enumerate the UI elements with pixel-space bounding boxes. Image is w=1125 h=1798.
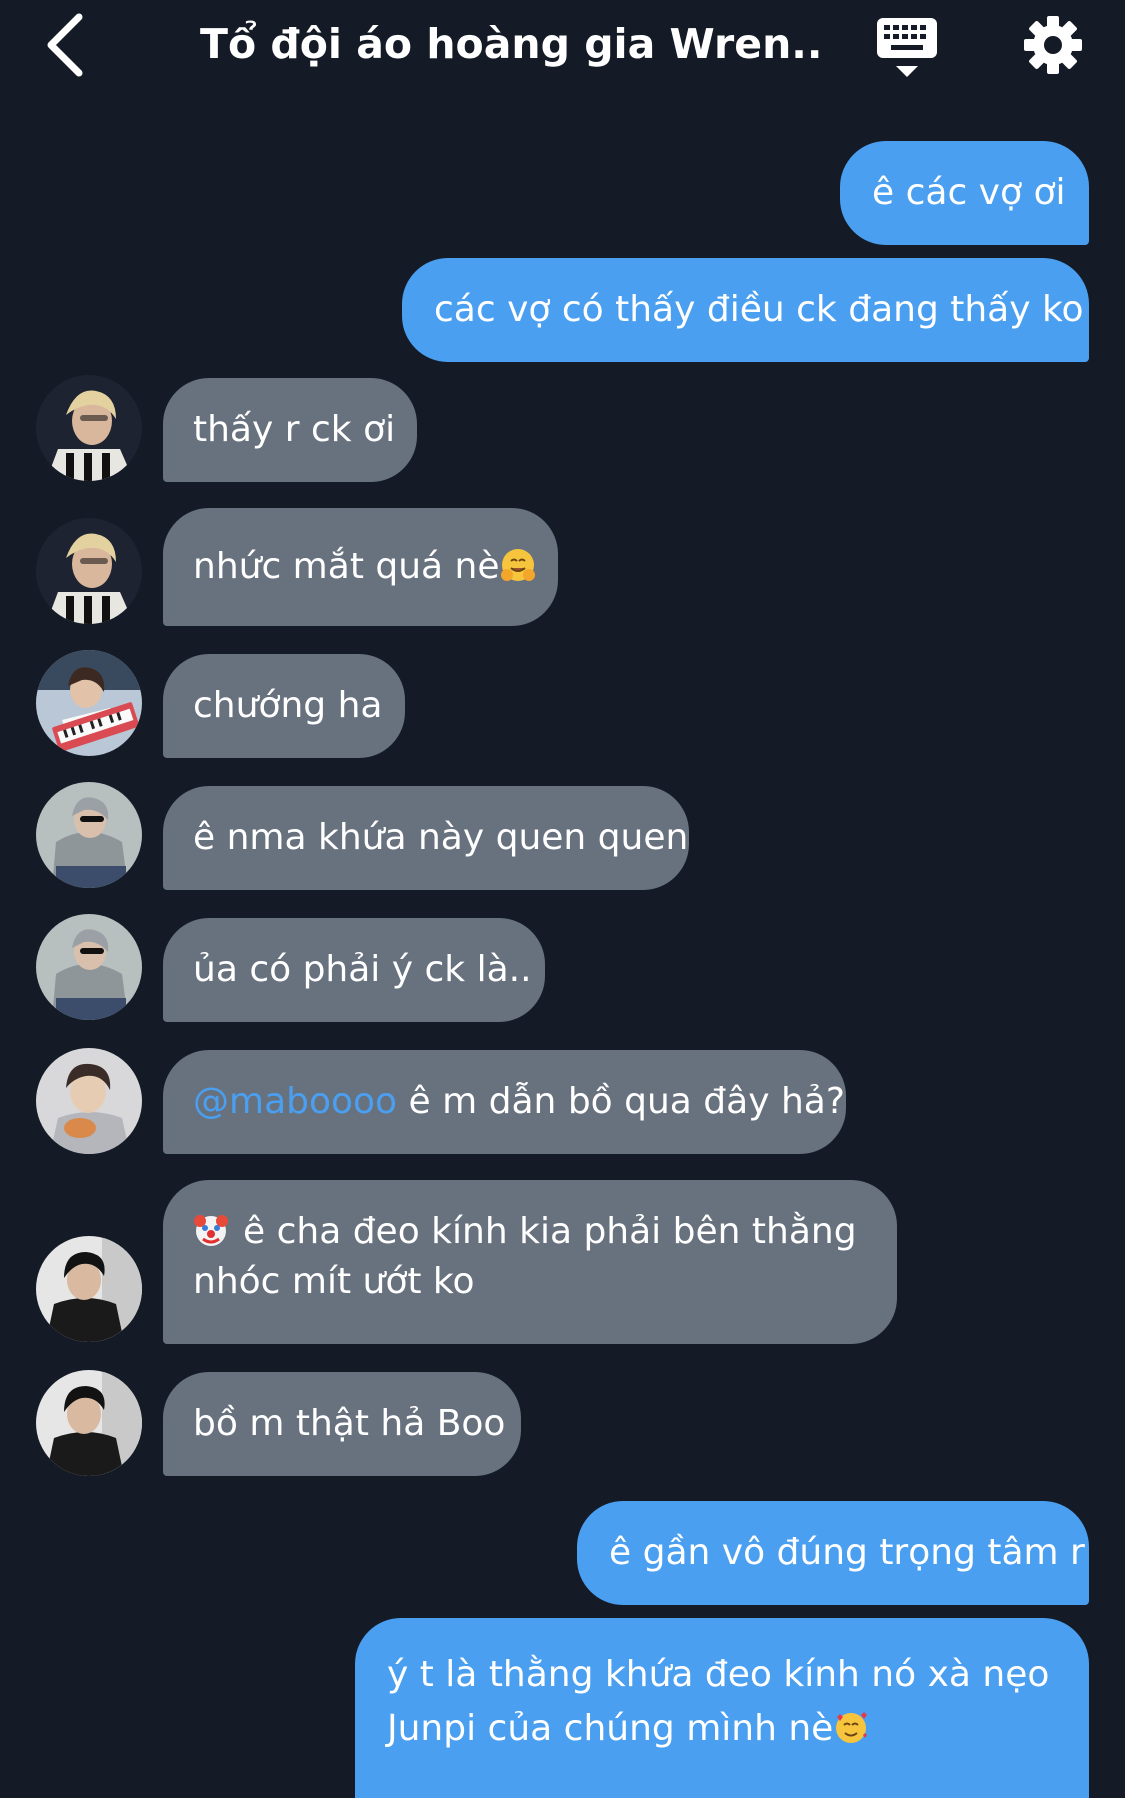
message-text: ê gần vô đúng trọng tâm r xyxy=(609,1532,1085,1573)
keyboard-hide-icon xyxy=(877,18,937,77)
avatar-1[interactable] xyxy=(36,518,142,624)
avatar-2[interactable] xyxy=(36,650,142,756)
incoming-message[interactable]: ê cha đeo kính kia phải bên thằng nhóc m… xyxy=(163,1180,897,1344)
message-line: ý t là thằng khứa đeo kính nó xà nẹo xyxy=(387,1648,1057,1702)
incoming-message[interactable]: ủa có phải ý ck là.. xyxy=(163,918,545,1022)
hugging-face-emoji xyxy=(500,549,535,581)
keyboard-toggle-button[interactable] xyxy=(875,14,941,80)
avatar-5[interactable] xyxy=(36,1236,142,1342)
message-text: Junpi của chúng mình nè xyxy=(387,1708,834,1749)
incoming-message[interactable]: ê nma khứa này quen quen xyxy=(163,786,689,890)
avatar-image xyxy=(36,1236,142,1342)
avatar-3[interactable] xyxy=(36,914,142,1020)
smiling-face-with-hearts-emoji xyxy=(836,1712,868,1743)
gear-icon xyxy=(1024,16,1082,74)
message-text: nhóc mít ướt ko xyxy=(193,1261,475,1302)
message-text: chướng ha xyxy=(193,685,383,726)
message-text: bồ m thật hả Boo xyxy=(193,1403,506,1444)
avatar-image xyxy=(36,1370,142,1476)
incoming-message[interactable]: thấy r ck ơi xyxy=(163,378,417,482)
message-text: ê m dẫn bồ qua đây hả? xyxy=(397,1081,845,1122)
avatar-image xyxy=(36,650,142,756)
user-mention-link[interactable]: @maboooo xyxy=(193,1081,397,1122)
message-line: Junpi của chúng mình nè xyxy=(387,1702,1057,1756)
avatar-4[interactable] xyxy=(36,1048,142,1154)
settings-button[interactable] xyxy=(1022,14,1084,76)
back-button[interactable] xyxy=(40,10,90,80)
message-text: các vợ có thấy điều ck đang thấy ko xyxy=(434,289,1084,330)
outgoing-message[interactable]: các vợ có thấy điều ck đang thấy ko xyxy=(402,258,1089,362)
avatar-image xyxy=(36,1048,142,1154)
message-line: ê cha đeo kính kia phải bên thằng xyxy=(193,1207,867,1257)
message-text: ủa có phải ý ck là.. xyxy=(193,949,532,990)
message-line: nhóc mít ướt ko xyxy=(193,1257,867,1307)
message-text: ý t là thằng khứa đeo kính nó xà nẹo xyxy=(387,1654,1050,1695)
avatar-1[interactable] xyxy=(36,375,142,481)
message-text: nhức mắt quá nè xyxy=(193,546,500,587)
outgoing-message[interactable]: ê gần vô đúng trọng tâm r xyxy=(577,1501,1089,1605)
message-text: ê các vợ ơi xyxy=(872,172,1066,213)
incoming-message[interactable]: nhức mắt quá nè xyxy=(163,508,558,626)
clown-face-emoji xyxy=(194,1215,228,1246)
chat-header: Tổ đội áo hoàng gia Wren... xyxy=(0,0,1125,100)
avatar-5[interactable] xyxy=(36,1370,142,1476)
incoming-message[interactable]: chướng ha xyxy=(163,654,405,758)
avatar-image xyxy=(36,914,142,1020)
outgoing-message[interactable]: ê các vợ ơi xyxy=(840,141,1089,245)
avatar-image xyxy=(36,518,142,624)
incoming-message[interactable]: @maboooo ê m dẫn bồ qua đây hả? xyxy=(163,1050,846,1154)
message-text: ê nma khứa này quen quen xyxy=(193,817,689,858)
avatar-image xyxy=(36,375,142,481)
avatar-image xyxy=(36,782,142,888)
message-text: ê cha đeo kính kia phải bên thằng xyxy=(243,1211,857,1252)
chevron-left-icon xyxy=(47,13,83,77)
chat-title[interactable]: Tổ đội áo hoàng gia Wren... xyxy=(200,14,820,74)
avatar-3[interactable] xyxy=(36,782,142,888)
message-text: thấy r ck ơi xyxy=(193,409,396,450)
outgoing-message[interactable]: ý t là thằng khứa đeo kính nó xà nẹo Jun… xyxy=(355,1618,1089,1798)
incoming-message[interactable]: bồ m thật hả Boo xyxy=(163,1372,521,1476)
